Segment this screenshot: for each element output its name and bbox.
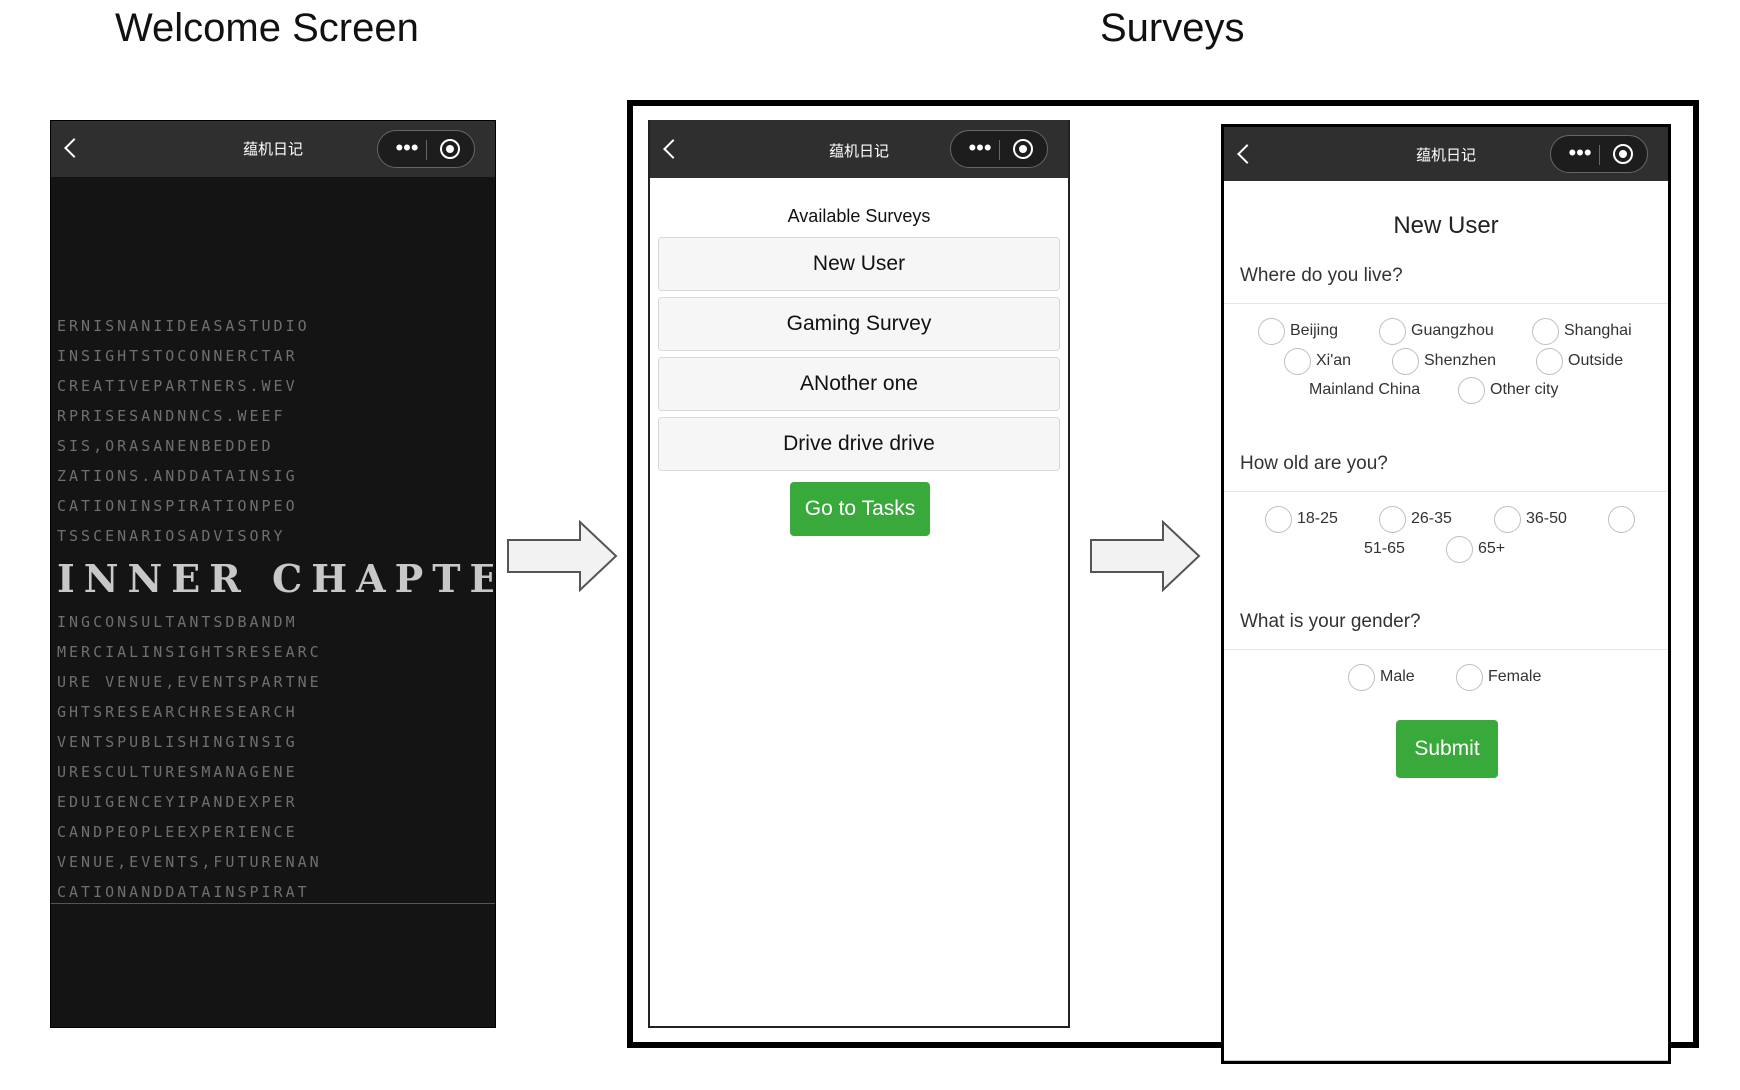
go-to-tasks-button[interactable]: Go to Tasks xyxy=(790,482,930,536)
close-miniapp-icon[interactable] xyxy=(1013,139,1033,159)
survey-title: New User xyxy=(1393,212,1499,239)
available-surveys-heading: Available Surveys xyxy=(787,206,931,226)
divider xyxy=(1224,1060,1668,1061)
question-label: How old are you? xyxy=(1240,453,1388,474)
option-label: Guangzhou xyxy=(1411,322,1494,339)
splash-line: URESCULTURESMANAGENE xyxy=(57,763,298,781)
divider xyxy=(1224,649,1668,650)
survey-item-new-user[interactable]: New User xyxy=(658,237,1060,291)
radio-female[interactable] xyxy=(1456,664,1483,691)
survey-list-screen: 蕴机日记 ••• Available Surveys New User Gami… xyxy=(648,120,1070,1028)
surveys-label: Surveys xyxy=(1100,6,1245,50)
splash-line: RPRISESANDNNCS.WEEF xyxy=(57,407,286,425)
radio-shanghai[interactable] xyxy=(1532,318,1559,345)
radio-guangzhou[interactable] xyxy=(1379,318,1406,345)
option-label: 65+ xyxy=(1478,540,1506,557)
submit-button[interactable]: Submit xyxy=(1396,720,1498,778)
splash-line: VENUE,EVENTS,FUTURENAN xyxy=(57,853,322,871)
nav-bar: 蕴机日记 ••• xyxy=(1224,127,1668,181)
splash-line: CANDPEOPLEEXPERIENCE xyxy=(57,823,298,841)
capsule-divider xyxy=(999,140,1000,160)
option-label: Shenzhen xyxy=(1424,352,1497,369)
splash-line: ZATIONS.ANDDATAINSIG xyxy=(57,467,298,485)
option-label: Other city xyxy=(1490,381,1559,398)
survey-item-gaming-survey[interactable]: Gaming Survey xyxy=(658,297,1060,351)
radio-outside-mainland[interactable] xyxy=(1536,348,1563,375)
splash-line: EDUIGENCEYIPANDEXPER xyxy=(57,793,298,811)
option-label: 36-50 xyxy=(1526,510,1567,527)
more-icon[interactable]: ••• xyxy=(390,135,424,161)
question-label: What is your gender? xyxy=(1240,611,1421,632)
radio-age-36-50[interactable] xyxy=(1494,506,1521,533)
close-miniapp-icon[interactable] xyxy=(440,139,460,159)
radio-age-65-plus[interactable] xyxy=(1446,536,1473,563)
radio-beijing[interactable] xyxy=(1258,318,1285,345)
flow-arrow-icon xyxy=(507,520,618,592)
capsule-divider xyxy=(1599,145,1600,165)
radio-other-city[interactable] xyxy=(1458,377,1485,404)
splash-line: ERNISNANIIDEASASTUDIO xyxy=(57,317,310,335)
radio-age-26-35[interactable] xyxy=(1379,506,1406,533)
divider xyxy=(1224,491,1668,492)
splash-line: VENTSPUBLISHINGINSIG xyxy=(57,733,298,751)
option-label: Shanghai xyxy=(1564,322,1632,339)
splash-line: SIS,ORASANENBEDDED xyxy=(57,437,274,455)
splash-line: URE VENUE,EVENTSPARTNE xyxy=(57,673,322,691)
nav-bar: 蕴机日记 ••• xyxy=(51,121,495,177)
miniapp-capsule: ••• xyxy=(1550,135,1648,173)
splash-line: CREATIVEPARTNERS.WEV xyxy=(57,377,298,395)
survey-item-drive[interactable]: Drive drive drive xyxy=(658,417,1060,471)
splash-artwork: ERNISNANIIDEASASTUDIO INSIGHTSTOCONNERCT… xyxy=(57,311,493,907)
question-label: Where do you live? xyxy=(1240,265,1403,286)
option-label: 26-35 xyxy=(1411,510,1452,527)
divider xyxy=(1224,303,1668,304)
option-label: Xi'an xyxy=(1316,352,1352,369)
option-label: Mainland China xyxy=(1309,381,1421,398)
splash-line: MERCIALINSIGHTSRESEARC xyxy=(57,643,322,661)
splash-line: INSIGHTSTOCONNERCTAR xyxy=(57,347,298,365)
radio-xian[interactable] xyxy=(1284,348,1311,375)
miniapp-capsule: ••• xyxy=(377,130,475,168)
survey-item-another-one[interactable]: ANother one xyxy=(658,357,1060,411)
radio-male[interactable] xyxy=(1348,664,1375,691)
option-label: Male xyxy=(1380,668,1415,685)
survey-form-screen: 蕴机日记 ••• New User Where do you live? Bei… xyxy=(1221,124,1671,1064)
radio-shenzhen[interactable] xyxy=(1392,348,1419,375)
splash-line: CATIONINSPIRATIONPEO xyxy=(57,497,298,515)
more-icon[interactable]: ••• xyxy=(963,135,997,161)
more-icon[interactable]: ••• xyxy=(1563,140,1597,166)
option-label: Outside xyxy=(1568,352,1624,369)
option-label: Female xyxy=(1488,668,1542,685)
option-label: 18-25 xyxy=(1297,510,1338,527)
splash-line: GHTSRESEARCHRESEARCH xyxy=(57,703,298,721)
miniapp-capsule: ••• xyxy=(950,130,1048,168)
welcome-screen-label: Welcome Screen xyxy=(115,6,419,50)
nav-bar: 蕴机日记 ••• xyxy=(650,120,1068,178)
radio-age-51-65[interactable] xyxy=(1608,506,1635,533)
close-miniapp-icon[interactable] xyxy=(1613,144,1633,164)
flow-arrow-icon xyxy=(1090,520,1201,592)
option-label: 51-65 xyxy=(1364,540,1405,557)
splash-divider xyxy=(51,903,495,904)
splash-logo: INNER CHAPTER xyxy=(57,556,493,601)
capsule-divider xyxy=(426,140,427,160)
option-label: Beijing xyxy=(1290,322,1339,339)
radio-age-18-25[interactable] xyxy=(1265,506,1292,533)
welcome-screen: 蕴机日记 ••• ERNISNANIIDEASASTUDIO INSIGHTST… xyxy=(50,120,496,1028)
splash-line: TSSCENARIOSADVISORY xyxy=(57,527,286,545)
splash-line: INGCONSULTANTSDBANDM xyxy=(57,613,298,631)
